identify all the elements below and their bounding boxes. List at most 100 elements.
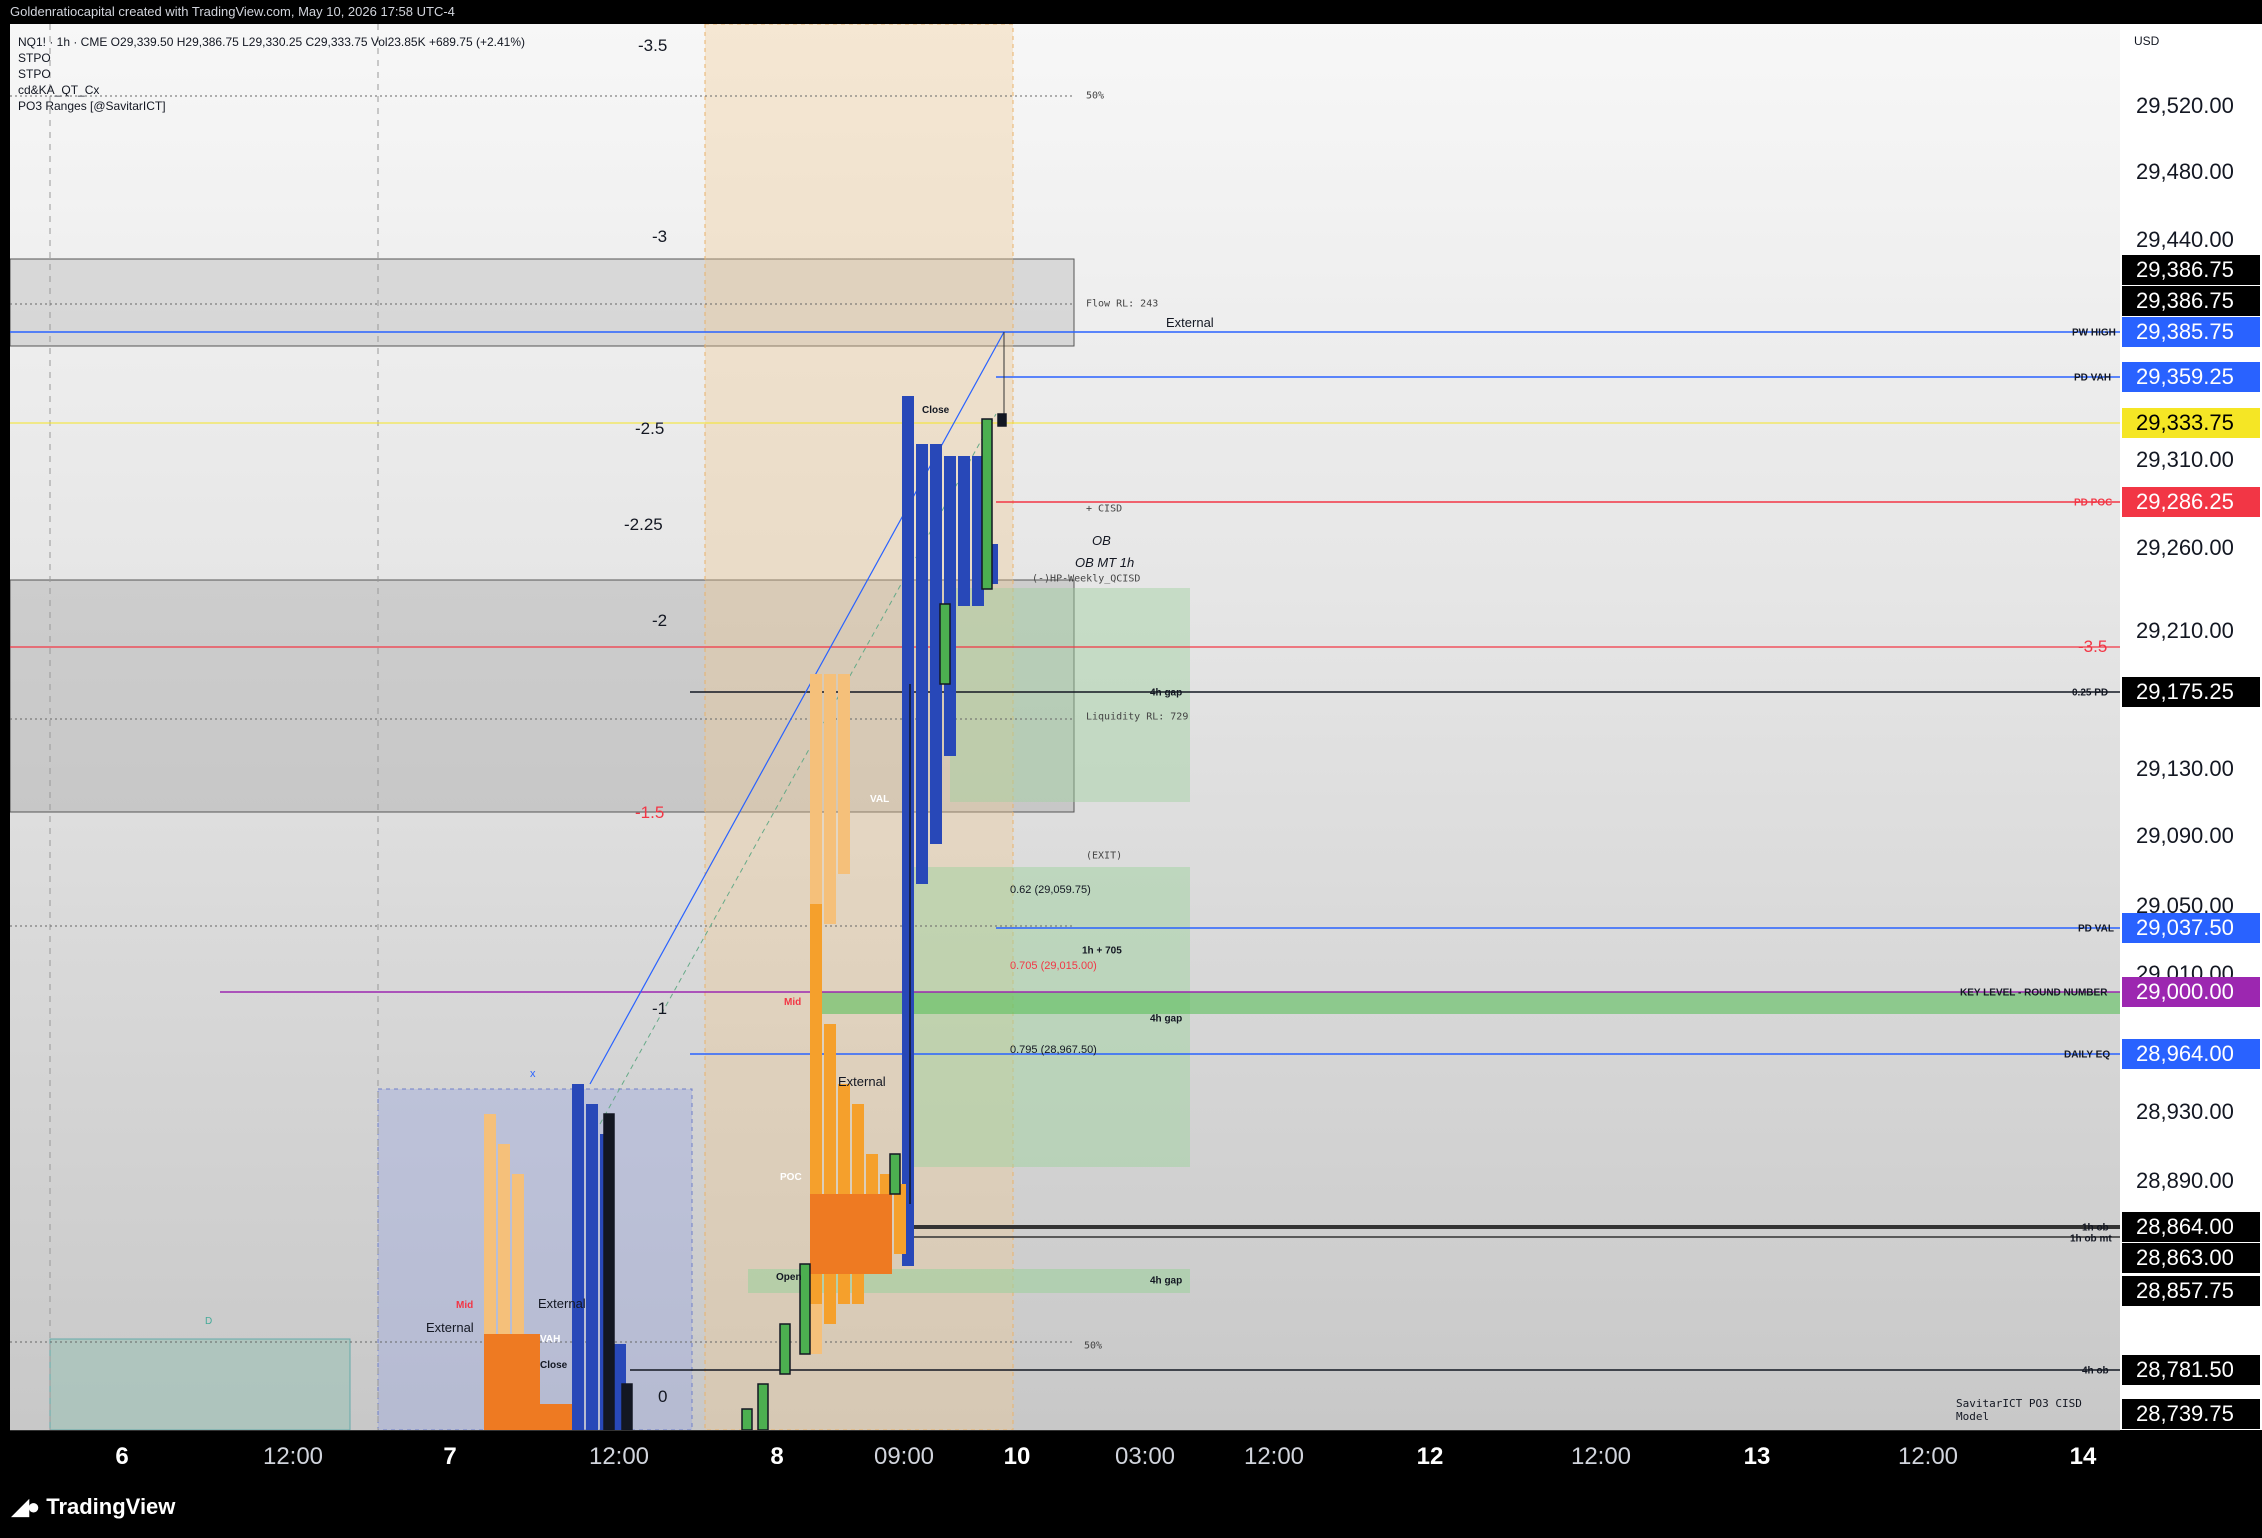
chart-title: Goldenratiocapital created with TradingV… (10, 4, 455, 19)
price-tag: 29,286.25 (2122, 487, 2260, 517)
fib-level: -1 (652, 999, 668, 1018)
time-tick: 7 (443, 1443, 457, 1470)
price-tag: 29,000.00 (2122, 977, 2260, 1007)
fib-level: 0 (658, 1387, 668, 1406)
price-tick: 29,210.00 (2136, 618, 2234, 643)
time-tick: 12:00 (262, 1443, 324, 1470)
quarter-pd-label: 0.25 PD (2072, 687, 2109, 699)
exit-label: (EXIT) (1086, 850, 1123, 862)
teal-box (49, 1338, 351, 1430)
price-tag: 28,857.75 (2122, 1276, 2260, 1306)
key-level-label: KEY LEVEL - ROUND NUMBER (1960, 987, 2108, 999)
chart-legend: NQ1! · 1h · CME O29,339.50 H29,386.75 L2… (18, 34, 525, 114)
gap-4h-label: 4h gap (1150, 1275, 1183, 1287)
price-tag: 28,964.00 (2122, 1039, 2260, 1069)
mid-label: Mid (456, 1300, 474, 1311)
open-label: Open (776, 1272, 802, 1283)
price-tag: 29,386.75 (2122, 286, 2260, 316)
ob-1h-label: 1h ob (2082, 1222, 2109, 1234)
fib-level: -2.5 (635, 419, 665, 438)
time-tick: 14 (2069, 1443, 2097, 1470)
indicator-1[interactable]: STPO (18, 50, 525, 66)
indicator-2[interactable]: STPO (18, 66, 525, 82)
price-tag: 28,781.50 (2122, 1355, 2260, 1385)
weekly-qcisd-label: (-)HP-Weekly_QCISD (1032, 573, 1141, 585)
fib-062-label: 0.62 (29,059.75) (1010, 884, 1091, 896)
pd-val-label: PD VAL (2078, 923, 2114, 935)
indicator-3[interactable]: cd&KA_QT_Cx (18, 82, 525, 98)
ob-4h-label: 4h ob (2082, 1365, 2109, 1377)
price-tag: 28,863.00 (2122, 1243, 2260, 1273)
price-tag: 28,739.75 (2122, 1399, 2260, 1429)
symbol-info[interactable]: NQ1! · 1h · CME O29,339.50 H29,386.75 L2… (18, 34, 525, 50)
price-tick: 29,130.00 (2136, 756, 2234, 781)
price-tag: 29,037.50 (2122, 913, 2260, 943)
time-tick: 12:00 (588, 1443, 650, 1470)
vah-label: VAH (540, 1334, 561, 1345)
price-tag: 29,385.75 (2122, 317, 2260, 347)
price-axis[interactable]: USD 29,520.00 29,480.00 29,440.00 29,310… (2120, 24, 2262, 1430)
liquidity-rl-label: Liquidity RL: 729 (1086, 711, 1189, 723)
time-axis[interactable]: 6 12:00 7 12:00 8 09:00 10 03:00 12:00 1… (10, 1430, 2120, 1480)
tradingview-icon: ◢● (12, 1494, 40, 1519)
green-box-key (816, 992, 2120, 1014)
time-tick: 03:00 (1114, 1443, 1176, 1470)
pw-high-label: PW HIGH (2072, 327, 2116, 339)
fib-level: -2.25 (624, 515, 663, 534)
fib-level: -1.5 (635, 803, 665, 822)
time-tick: 10 (1003, 1443, 1031, 1470)
external-label: External (1166, 315, 1214, 330)
cisd-label: + CISD (1086, 503, 1123, 515)
close-label: Close (540, 1360, 568, 1371)
price-tick: 29,480.00 (2136, 159, 2234, 184)
val-label: VAL (870, 794, 890, 805)
mid-label: Mid (784, 997, 802, 1008)
price-tag: 29,175.25 (2122, 677, 2260, 707)
chart-canvas[interactable]: NQ1! · 1h · CME O29,339.50 H29,386.75 L2… (10, 24, 2120, 1430)
time-tick: 12 (1416, 1443, 1444, 1470)
time-tick: 12:00 (1897, 1443, 1959, 1470)
price-tag: 28,864.00 (2122, 1212, 2260, 1242)
time-tick: 8 (770, 1443, 784, 1470)
chart-header: Goldenratiocapital created with TradingV… (0, 0, 2262, 24)
price-tick: 28,890.00 (2136, 1168, 2234, 1193)
flow-rl-label: Flow RL: 243 (1086, 298, 1159, 310)
fib-0705-label: 0.705 (29,015.00) (1010, 960, 1097, 972)
fib-level: -3 (652, 227, 668, 246)
time-tick: 13 (1743, 1443, 1771, 1470)
external-label: External (426, 1320, 474, 1335)
price-tick: 29,520.00 (2136, 93, 2234, 118)
d-marker: D (205, 1316, 213, 1327)
gap-4h-label: 4h gap (1150, 1013, 1183, 1025)
price-tick: 29,440.00 (2136, 227, 2234, 252)
fifty-label: 50% (1086, 90, 1105, 102)
pd-vah-label: PD VAH (2074, 372, 2112, 384)
tradingview-logo[interactable]: ◢● TradingView (12, 1494, 175, 1520)
indicator-4[interactable]: PO3 Ranges [@SavitarICT] (18, 98, 525, 114)
model-label: SavitarICT PO3 CISD Model (1956, 1397, 2082, 1423)
gap-4h-label: 4h gap (1150, 687, 1183, 699)
time-tick: 12:00 (1243, 1443, 1305, 1470)
fib-0795-label: 0.795 (28,967.50) (1010, 1044, 1097, 1056)
fib-level-red: -3.5 (2078, 637, 2108, 656)
time-tick: 09:00 (873, 1443, 935, 1470)
currency-label: USD (2134, 34, 2160, 48)
price-tick: 29,310.00 (2136, 447, 2234, 472)
chart-drawings (10, 24, 2120, 1430)
price-tag: 29,386.75 (2122, 255, 2260, 285)
x-marker: x (530, 1068, 536, 1080)
footer: ◢● TradingView (0, 1480, 2262, 1538)
fib-level: -2 (652, 611, 668, 630)
ob-mt-label: OB MT 1h (1075, 555, 1135, 570)
green-box-2 (910, 867, 1190, 1167)
ob-1h-mt-label: 1h ob mt (2070, 1233, 2112, 1245)
price-tag: 29,359.25 (2122, 362, 2260, 392)
fib-level: -3.5 (638, 36, 668, 55)
time-tick: 6 (115, 1443, 129, 1470)
time-tick: 12:00 (1570, 1443, 1632, 1470)
daily-eq-label: DAILY EQ (2064, 1049, 2111, 1061)
gap-1h-label: 1h + 705 (1082, 945, 1122, 957)
close-label: Close (922, 405, 950, 416)
price-tag: 29,333.75 (2122, 408, 2260, 438)
fifty-label: 50% (1084, 1340, 1103, 1352)
